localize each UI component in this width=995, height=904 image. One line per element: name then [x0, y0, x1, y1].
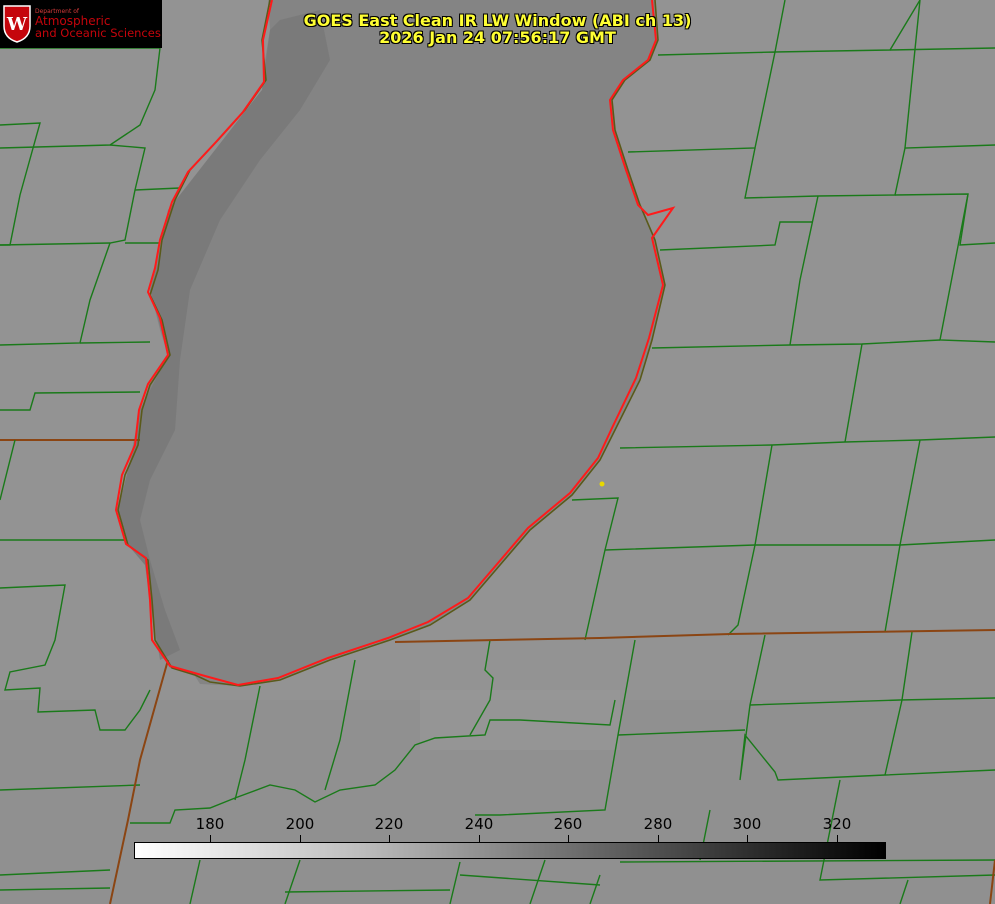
satellite-map: W Department of Atmospheric and Oceanic … — [0, 0, 995, 904]
colorbar-tick-mark — [210, 835, 211, 842]
colorbar-tick-label: 220 — [374, 815, 404, 833]
uw-crest-icon: W — [3, 5, 31, 43]
uw-aos-logo: W Department of Atmospheric and Oceanic … — [0, 0, 162, 48]
colorbar-tick-mark — [837, 835, 838, 842]
svg-text:W: W — [6, 14, 28, 35]
colorbar-tick-label: 180 — [195, 815, 225, 833]
colorbar-tick-label: 320 — [822, 815, 852, 833]
colorbar-tick-mark — [747, 835, 748, 842]
colorbar-tick-mark — [389, 835, 390, 842]
colorbar — [134, 842, 886, 859]
city-marker — [599, 481, 605, 487]
colorbar-tick-mark — [479, 835, 480, 842]
colorbar-tick-mark — [568, 835, 569, 842]
colorbar-tick-label: 280 — [643, 815, 673, 833]
colorbar-tick-mark — [658, 835, 659, 842]
logo-text: Department of Atmospheric and Oceanic Sc… — [35, 8, 161, 41]
colorbar-tick-label: 240 — [464, 815, 494, 833]
map-canvas — [0, 0, 995, 904]
colorbar-tick-mark — [300, 835, 301, 842]
colorbar-tick-label: 300 — [732, 815, 762, 833]
colorbar-tick-label: 200 — [285, 815, 315, 833]
colorbar-tick-label: 260 — [553, 815, 583, 833]
logo-line2: and Oceanic Sciences — [35, 26, 161, 41]
